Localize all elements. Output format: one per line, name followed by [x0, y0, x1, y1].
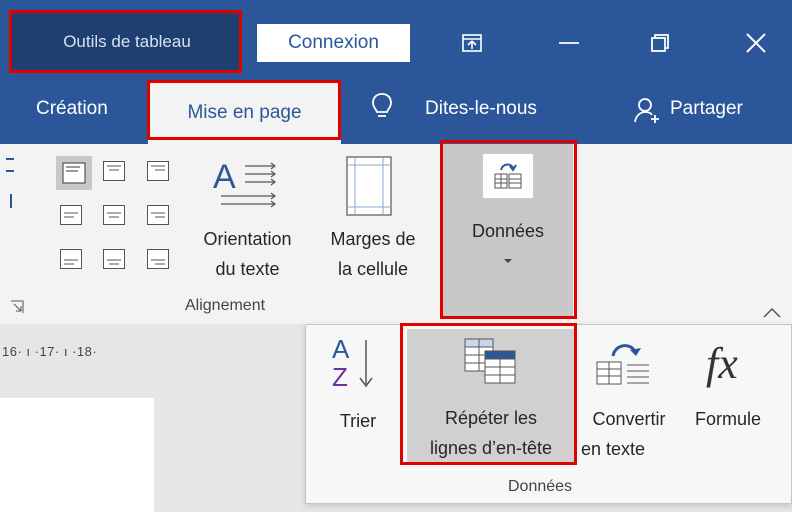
formula-fx-icon: fx [706, 339, 738, 388]
ribbon-display-options-button[interactable] [444, 20, 500, 66]
chevron-up-icon [763, 307, 781, 318]
align-middle-right-button[interactable] [147, 205, 169, 225]
ribbon-display-icon [462, 34, 482, 52]
sort-button[interactable]: A Z Trier [318, 330, 398, 440]
align-bottom-left-button[interactable] [60, 249, 82, 269]
cell-margins-icon [346, 156, 392, 216]
text-direction-label-line2: du texte [215, 259, 280, 279]
dialog-launcher-button[interactable] [10, 300, 24, 314]
close-button[interactable] [728, 20, 784, 66]
convert-label-line2: en texte [580, 439, 646, 459]
restore-icon [651, 34, 669, 52]
text-direction-button[interactable]: A Orientation du texte [185, 150, 310, 290]
collapse-ribbon-button[interactable] [762, 306, 782, 318]
formula-button[interactable]: fx Formule [680, 330, 776, 440]
align-top-right-button[interactable] [147, 161, 169, 181]
align-top-center-icon [103, 161, 125, 181]
align-bottom-right-icon [147, 249, 169, 269]
align-middle-center-icon [103, 205, 125, 225]
text-direction-label-line1: Orientation [203, 229, 292, 249]
minimize-button[interactable] [541, 20, 597, 66]
convert-to-text-icon [596, 344, 649, 385]
data-icon [483, 154, 533, 198]
data-button-label: Données [471, 221, 545, 241]
table-tools-context-tab: Outils de tableau [12, 12, 242, 72]
ruler: 16· ı ·17· ı ·18· [2, 344, 98, 359]
align-bottom-left-icon [60, 249, 82, 269]
align-top-center-button[interactable] [103, 161, 125, 181]
person-share-icon [634, 98, 659, 123]
close-icon [746, 33, 766, 53]
align-top-right-icon [147, 161, 169, 181]
align-bottom-center-button[interactable] [103, 249, 125, 269]
share-label[interactable]: Partager [670, 98, 743, 120]
repeat-header-label-line1: Répéter les [444, 408, 538, 428]
restore-button[interactable] [632, 20, 688, 66]
tell-me-label[interactable]: Dites-le-nous [425, 98, 537, 120]
convert-label-line1: Convertir [592, 409, 666, 429]
formula-fx-glyph: fx [706, 339, 738, 388]
convert-to-text-button[interactable]: Convertir en texte [579, 330, 679, 462]
partial-group-edge [0, 158, 14, 208]
data-dropdown-button[interactable]: Données [443, 144, 573, 318]
align-bottom-center-icon [103, 249, 125, 269]
align-middle-center-button[interactable] [103, 205, 125, 225]
share-button[interactable] [633, 96, 661, 124]
cell-margins-button[interactable]: Marges de la cellule [312, 150, 434, 290]
repeat-header-label-line2: lignes d’en-tête [429, 438, 553, 458]
align-top-left-button[interactable] [56, 156, 92, 190]
tell-me-button[interactable] [370, 92, 394, 122]
align-bottom-right-button[interactable] [147, 249, 169, 269]
dialog-launcher-icon [11, 300, 24, 313]
cell-margins-label-line1: Marges de [330, 229, 416, 249]
align-middle-left-button[interactable] [60, 205, 82, 225]
sort-az-icon: A Z [332, 334, 373, 392]
text-direction-icon: A [213, 158, 276, 208]
svg-text:A: A [213, 158, 236, 196]
align-top-left-icon [62, 162, 86, 184]
cell-margins-label-line2: la cellule [337, 259, 409, 279]
table-tools-label: Outils de tableau [63, 32, 191, 51]
formula-label: Formule [694, 409, 761, 429]
alignment-group-label: Alignement [185, 297, 266, 314]
sign-in-button[interactable]: Connexion [257, 24, 410, 62]
lightbulb-icon [372, 93, 392, 117]
minimize-icon [559, 42, 579, 44]
sort-glyph-a: A [332, 334, 350, 364]
tab-mise-en-page[interactable]: Mise en page [148, 80, 341, 146]
repeat-header-rows-button[interactable]: Répéter les lignes d’en-tête [407, 329, 575, 462]
chevron-down-icon [504, 259, 512, 263]
document-page[interactable] [0, 398, 154, 512]
tab-creation[interactable]: Création [36, 98, 108, 120]
data-group-label: Données [508, 478, 573, 495]
repeat-header-rows-icon [464, 338, 516, 384]
align-middle-right-icon [147, 205, 169, 225]
sort-glyph-z: Z [332, 362, 348, 392]
sort-label: Trier [339, 411, 377, 431]
align-middle-left-icon [60, 205, 82, 225]
